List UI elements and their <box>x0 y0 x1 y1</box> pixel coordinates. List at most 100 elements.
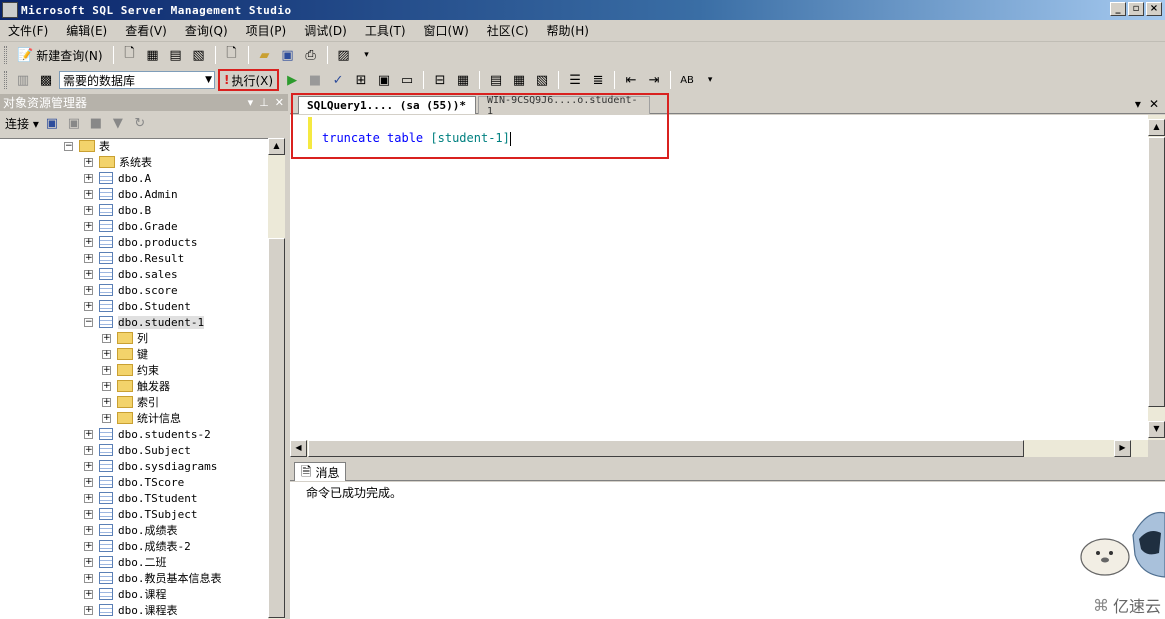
editor-vscroll[interactable]: ▲ ▼ <box>1148 115 1165 440</box>
database-select[interactable]: 需要的数据库 ▼ <box>59 71 215 89</box>
print-icon[interactable]: ⎙ <box>301 45 321 65</box>
tree-node-table[interactable]: + dbo.sysdiagrams <box>84 458 217 474</box>
panel-close-icon[interactable]: ✕ <box>275 96 284 109</box>
results-to-text-icon[interactable]: ▤ <box>486 70 506 90</box>
expand-icon[interactable]: + <box>102 397 111 407</box>
menu-debug[interactable]: 调试(D) <box>304 22 347 39</box>
decrease-indent-icon[interactable]: ⇤ <box>621 70 641 90</box>
tree-node-table[interactable]: + dbo.Student <box>84 298 191 314</box>
menu-tools[interactable]: 工具(T) <box>365 22 406 39</box>
connect-dropdown[interactable]: 连接 ▾ <box>5 115 39 132</box>
expand-icon[interactable]: + <box>84 429 93 439</box>
expand-icon[interactable]: + <box>84 541 93 551</box>
new-project-icon[interactable]: 🗋 <box>222 45 242 65</box>
ssms-app-icon[interactable] <box>2 2 18 18</box>
new-file-icon[interactable]: 🗋 <box>120 45 140 65</box>
expand-icon[interactable]: + <box>102 333 111 343</box>
tree-node-tables[interactable]: − 表 <box>64 139 110 154</box>
parse-checkmark-icon[interactable]: ✓ <box>328 70 348 90</box>
tree-node-table[interactable]: + dbo.students-2 <box>84 426 211 442</box>
menu-edit[interactable]: 编辑(E) <box>66 22 107 39</box>
menu-query[interactable]: 查询(Q) <box>185 22 228 39</box>
expand-icon[interactable]: + <box>102 381 111 391</box>
expand-icon[interactable]: + <box>84 221 93 231</box>
tree-node-table[interactable]: + dbo.Admin <box>84 186 178 202</box>
expand-icon[interactable]: + <box>84 573 93 583</box>
comment-lines-icon[interactable]: ☰ <box>565 70 585 90</box>
tree-node-table[interactable]: + dbo.Grade <box>84 218 178 234</box>
menu-view[interactable]: 查看(V) <box>125 22 167 39</box>
tree-node-folder[interactable]: + 键 <box>102 346 148 362</box>
expand-icon[interactable]: + <box>84 589 93 599</box>
tree-node-table[interactable]: + dbo.B <box>84 202 151 218</box>
refresh-icon[interactable]: ↻ <box>131 114 149 132</box>
menu-file[interactable]: 文件(F) <box>8 22 48 39</box>
change-connection-icon[interactable]: ▩ <box>36 70 56 90</box>
scroll-thumb[interactable] <box>308 440 1024 457</box>
disconnect-icon[interactable]: ▣ <box>65 114 83 132</box>
minimize-button[interactable]: _ <box>1110 2 1126 16</box>
pin-icon[interactable]: ⊥ <box>259 96 269 109</box>
query-editor[interactable]: truncate table [student-1] ▲ ▼ <box>290 115 1165 440</box>
expand-icon[interactable]: + <box>84 253 93 263</box>
expand-icon[interactable]: + <box>84 269 93 279</box>
connect-object-icon[interactable]: ▣ <box>43 114 61 132</box>
scroll-down-icon[interactable]: ▼ <box>1148 421 1165 438</box>
tab-close-icon[interactable]: ✕ <box>1149 97 1159 111</box>
tree-node-table[interactable]: + dbo.课程表 <box>84 602 178 618</box>
dmx-query-icon[interactable]: ▤ <box>166 45 186 65</box>
save-icon[interactable]: ▣ <box>278 45 298 65</box>
scroll-up-icon[interactable]: ▲ <box>1148 119 1165 136</box>
tree-node-system-tables[interactable]: + 系统表 <box>84 154 152 170</box>
tree-node-table[interactable]: + dbo.sales <box>84 266 178 282</box>
tree-node-folder[interactable]: + 列 <box>102 330 148 346</box>
expand-icon[interactable]: + <box>84 445 93 455</box>
toolbar-options-icon[interactable]: ▾ <box>700 70 720 90</box>
expand-icon[interactable]: + <box>84 189 93 199</box>
xmla-query-icon[interactable]: ▧ <box>189 45 209 65</box>
scroll-left-icon[interactable]: ◀ <box>290 440 307 457</box>
expand-icon[interactable]: + <box>84 285 93 295</box>
client-statistics-icon[interactable]: ▦ <box>453 70 473 90</box>
tree-node-selected-table[interactable]: − dbo.student-1 <box>84 314 205 330</box>
panel-dropdown-icon[interactable]: ▾ <box>248 96 254 109</box>
scroll-right-icon[interactable]: ▶ <box>1114 440 1131 457</box>
query-designer-icon[interactable]: ▣ <box>374 70 394 90</box>
include-actual-plan-icon[interactable]: ⊟ <box>430 70 450 90</box>
expand-icon[interactable]: + <box>84 509 93 519</box>
tree-node-table[interactable]: + dbo.Subject <box>84 442 191 458</box>
menu-project[interactable]: 项目(P) <box>246 22 287 39</box>
expand-icon[interactable]: + <box>84 301 93 311</box>
tree-node-table[interactable]: + dbo.TScore <box>84 474 184 490</box>
tree-node-folder[interactable]: + 触发器 <box>102 378 170 394</box>
debug-play-icon[interactable]: ▶ <box>282 70 302 90</box>
cancel-query-icon[interactable]: ■ <box>305 70 325 90</box>
maximize-button[interactable]: ▫ <box>1128 2 1144 16</box>
expand-icon[interactable]: + <box>102 413 111 423</box>
activity-monitor-icon[interactable]: ▨ <box>334 45 354 65</box>
expand-icon[interactable]: + <box>102 365 111 375</box>
tree-scrollbar[interactable]: ▲ <box>268 138 285 619</box>
expand-icon[interactable]: + <box>84 493 93 503</box>
mdx-query-icon[interactable]: ▦ <box>143 45 163 65</box>
specify-values-icon[interactable]: ▭ <box>397 70 417 90</box>
close-window-button[interactable]: × <box>1146 2 1162 16</box>
tree-node-table[interactable]: + dbo.教员基本信息表 <box>84 570 222 586</box>
expand-icon[interactable]: + <box>84 157 93 167</box>
tab-dropdown-icon[interactable]: ▾ <box>1135 97 1141 111</box>
tree-node-folder[interactable]: + 统计信息 <box>102 410 181 426</box>
expand-icon[interactable]: + <box>84 173 93 183</box>
increase-indent-icon[interactable]: ⇥ <box>644 70 664 90</box>
tree-node-table[interactable]: + dbo.二班 <box>84 554 167 570</box>
menu-window[interactable]: 窗口(W) <box>424 22 469 39</box>
toolbar-options-icon[interactable]: ▾ <box>357 45 377 65</box>
tree-node-table[interactable]: + dbo.课程 <box>84 586 167 602</box>
scroll-thumb[interactable] <box>1148 137 1165 407</box>
collapse-icon[interactable]: − <box>64 141 73 151</box>
tab-messages[interactable]: 🗎 消息 <box>294 462 347 481</box>
expand-icon[interactable]: + <box>84 525 93 535</box>
tree-node-table[interactable]: + dbo.products <box>84 234 197 250</box>
specify-template-values-icon[interactable]: AB <box>677 70 697 90</box>
tree-node-table[interactable]: + dbo.成绩表-2 <box>84 538 191 554</box>
filter-icon[interactable]: ▼ <box>109 114 127 132</box>
